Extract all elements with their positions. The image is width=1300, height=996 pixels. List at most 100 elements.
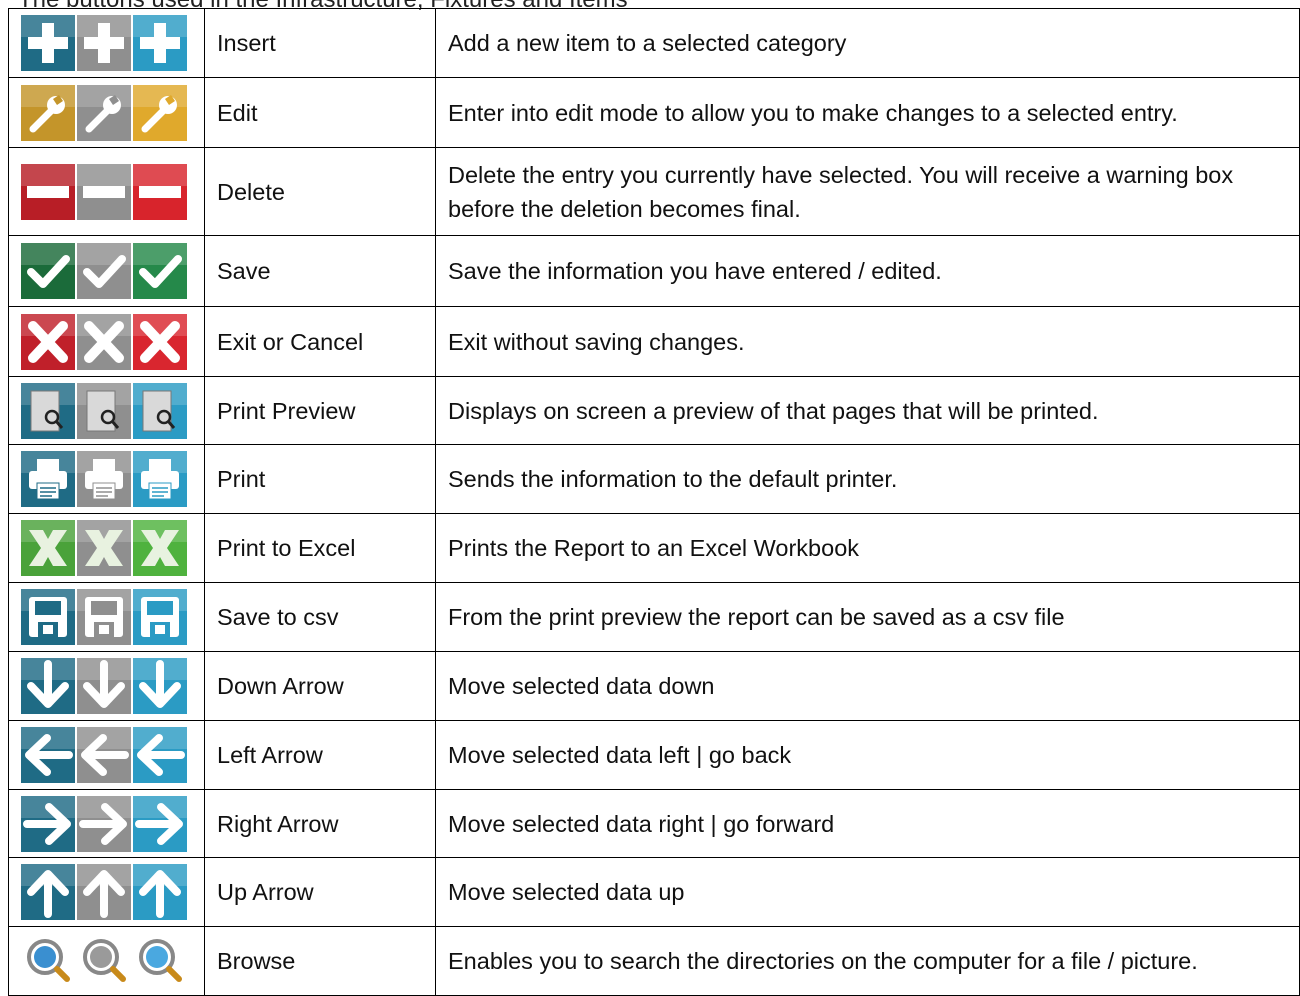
button-description: Displays on screen a preview of that pag… [435, 376, 1300, 445]
button-description: Move selected data left | go back [435, 720, 1300, 790]
print-preview-icon [21, 382, 75, 439]
button-name: Save [204, 235, 436, 307]
button-description: Save the information you have entered / … [435, 235, 1300, 307]
table-row: Right Arrow Move selected data right | go… [8, 789, 1300, 858]
button-state-icons [21, 933, 204, 989]
print-preview-icon [133, 382, 187, 439]
button-name: Browse [204, 926, 436, 996]
button-description: Move selected data up [435, 857, 1300, 927]
minus-icon [21, 163, 75, 220]
icon-cell [8, 926, 205, 996]
button-state-icons [21, 520, 204, 576]
table-row: Up Arrow Move selected data up [8, 857, 1300, 927]
arrow-down-icon [133, 658, 187, 714]
button-description: Exit without saving changes. [435, 306, 1300, 377]
table-row: Left Arrow Move selected data left | go b… [8, 720, 1300, 790]
button-name: Exit or Cancel [204, 306, 436, 377]
button-name: Print to Excel [204, 513, 436, 583]
icon-cell [8, 147, 205, 236]
button-state-icons [21, 163, 204, 220]
floppy-icon [21, 589, 75, 645]
button-name: Print [204, 444, 436, 514]
arrow-up-icon [21, 864, 75, 920]
button-description: Prints the Report to an Excel Workbook [435, 513, 1300, 583]
button-reference-table: Insert Add a new item to a selected categ… [8, 8, 1300, 996]
icon-cell [8, 235, 205, 307]
magnifier-icon [77, 933, 131, 989]
table-row: Print Sends the information to the defaul… [8, 444, 1300, 514]
button-state-icons [21, 589, 204, 645]
arrow-up-icon [133, 864, 187, 920]
button-name: Up Arrow [204, 857, 436, 927]
arrow-left-icon [21, 727, 75, 783]
table-row: Delete Delete the entry you currently hav… [8, 147, 1300, 236]
button-state-icons [21, 84, 204, 141]
table-row: Print to Excel Prints the Report to an Ex… [8, 513, 1300, 583]
table-row: Down Arrow Move selected data down [8, 651, 1300, 721]
button-description: Delete the entry you currently have sele… [435, 147, 1300, 236]
button-state-icons [21, 243, 204, 299]
table-row: Insert Add a new item to a selected categ… [8, 8, 1300, 78]
button-name: Edit [204, 77, 436, 148]
arrow-right-icon [77, 795, 131, 852]
x-icon [77, 313, 131, 370]
icon-cell [8, 513, 205, 583]
icon-cell [8, 444, 205, 514]
table-row: Print Preview Displays on screen a previe… [8, 376, 1300, 445]
arrow-left-icon [133, 727, 187, 783]
minus-icon [77, 163, 131, 220]
plus-icon [21, 15, 75, 71]
printer-icon [77, 451, 131, 507]
magnifier-icon [21, 933, 75, 989]
magnifier-icon [133, 933, 187, 989]
icon-cell [8, 651, 205, 721]
wrench-icon [77, 84, 131, 141]
icon-cell [8, 789, 205, 858]
button-description: Sends the information to the default pri… [435, 444, 1300, 514]
floppy-icon [133, 589, 187, 645]
button-state-icons [21, 727, 204, 783]
button-description: Add a new item to a selected category [435, 8, 1300, 78]
excel-icon [133, 520, 187, 576]
check-icon [77, 243, 131, 299]
icon-cell [8, 376, 205, 445]
table-row: Edit Enter into edit mode to allow you to… [8, 77, 1300, 148]
arrow-right-icon [21, 795, 75, 852]
button-state-icons [21, 15, 204, 71]
arrow-down-icon [77, 658, 131, 714]
wrench-icon [21, 84, 75, 141]
arrow-down-icon [21, 658, 75, 714]
printer-icon [133, 451, 187, 507]
x-icon [133, 313, 187, 370]
button-state-icons [21, 451, 204, 507]
arrow-up-icon [77, 864, 131, 920]
button-description: From the print preview the report can be… [435, 582, 1300, 652]
button-state-icons [21, 795, 204, 852]
arrow-left-icon [77, 727, 131, 783]
button-name: Print Preview [204, 376, 436, 445]
button-name: Save to csv [204, 582, 436, 652]
printer-icon [21, 451, 75, 507]
print-preview-icon [77, 382, 131, 439]
icon-cell [8, 720, 205, 790]
check-icon [21, 243, 75, 299]
button-name: Insert [204, 8, 436, 78]
button-name: Delete [204, 147, 436, 236]
button-state-icons [21, 382, 204, 439]
table-row: Browse Enables you to search the director… [8, 926, 1300, 996]
icon-cell [8, 8, 205, 78]
plus-icon [133, 15, 187, 71]
button-name: Down Arrow [204, 651, 436, 721]
check-icon [133, 243, 187, 299]
button-name: Left Arrow [204, 720, 436, 790]
wrench-icon [133, 84, 187, 141]
icon-cell [8, 582, 205, 652]
button-name: Right Arrow [204, 789, 436, 858]
button-description: Move selected data down [435, 651, 1300, 721]
icon-cell [8, 306, 205, 377]
table-row: Exit or Cancel Exit without saving change… [8, 306, 1300, 377]
arrow-right-icon [133, 795, 187, 852]
button-state-icons [21, 313, 204, 370]
table-body: Insert Add a new item to a selected categ… [8, 8, 1300, 996]
x-icon [21, 313, 75, 370]
